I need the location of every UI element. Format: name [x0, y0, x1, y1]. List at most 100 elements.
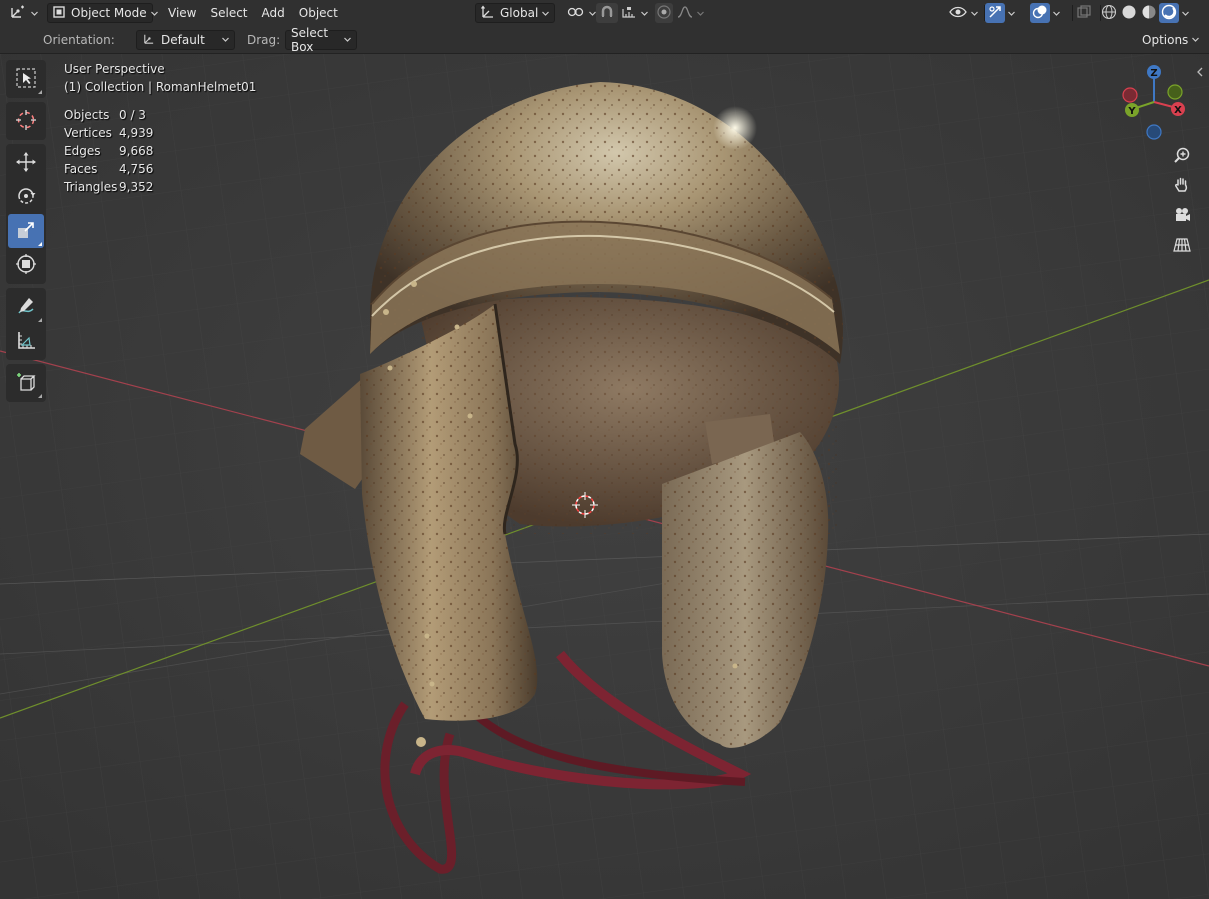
stat-triangles: Triangles 9,352 [64, 180, 154, 194]
zoom-button[interactable] [1168, 142, 1196, 170]
gizmo-y[interactable]: Y [1125, 103, 1139, 117]
tool-shelf [6, 60, 46, 406]
shading-solid-button[interactable] [1119, 3, 1139, 23]
pan-button[interactable] [1168, 172, 1196, 200]
mode-dropdown[interactable]: Object Mode [47, 3, 158, 23]
transform-orientation-dropdown[interactable]: Global [475, 3, 555, 23]
menu-select[interactable]: Select [203, 3, 254, 23]
chevron-down-icon [1008, 10, 1015, 17]
menu-add[interactable]: Add [255, 3, 292, 23]
editor-type-button[interactable] [6, 3, 41, 23]
tool-annotate[interactable] [8, 290, 44, 324]
rotate-icon [15, 185, 37, 210]
pivot-icon [567, 5, 585, 22]
chevron-down-icon [344, 36, 351, 43]
shading-material-preview-button[interactable] [1139, 3, 1159, 23]
tool-group-select [6, 60, 46, 98]
gizmo-icon [987, 4, 1003, 23]
svg-text:Y: Y [1127, 106, 1136, 117]
chevron-down-icon [1182, 10, 1189, 17]
gizmo-z[interactable]: Z [1147, 65, 1161, 79]
gizmo-neg-x[interactable] [1122, 87, 1138, 103]
proportional-edit-toggle[interactable] [655, 3, 673, 23]
tool-select-box[interactable] [8, 62, 44, 96]
sidebar-toggle[interactable] [1196, 66, 1204, 80]
falloff-icon [677, 5, 693, 22]
tool-cursor[interactable] [8, 104, 44, 138]
shading-rendered-button[interactable] [1159, 3, 1179, 23]
tool-measure[interactable] [8, 324, 44, 358]
orientation-icon [142, 32, 155, 48]
svg-text:X: X [1174, 105, 1182, 116]
shading-mode-group [1099, 3, 1192, 23]
menu-view[interactable]: View [161, 3, 203, 23]
menu-object[interactable]: Object [292, 3, 345, 23]
options-dropdown[interactable]: Options [1136, 29, 1200, 50]
proportional-edit-icon [657, 4, 671, 22]
add-cube-icon [15, 371, 37, 396]
transform-icon [15, 253, 37, 278]
cursor-icon [15, 109, 37, 134]
gizmo-neg-y[interactable] [1167, 84, 1183, 100]
perspective-toggle-button[interactable] [1168, 232, 1196, 260]
tool-scale[interactable] [8, 214, 44, 248]
xray-toggle[interactable] [1074, 3, 1094, 23]
scale-icon [15, 219, 37, 244]
snap-icon [599, 4, 615, 23]
chevron-down-icon [222, 36, 229, 43]
overlay-toggle[interactable] [1030, 3, 1050, 23]
navigation-gizmo[interactable]: Z X Y [1114, 60, 1194, 144]
visibility-dropdown[interactable] [946, 3, 981, 23]
tool-settings-bar: Orientation: Default Drag: Select Box Op… [0, 26, 1209, 54]
chevron-down-icon [589, 10, 596, 17]
gizmo-neg-z[interactable] [1146, 124, 1162, 140]
snap-target-dropdown[interactable] [618, 3, 651, 23]
active-collection-label: (1) Collection | RomanHelmet01 [64, 80, 257, 94]
tool-group-transform [6, 144, 46, 284]
annotate-icon [15, 295, 37, 320]
orientation-dropdown[interactable]: Default [136, 29, 235, 50]
overlay-dropdown[interactable] [1050, 3, 1063, 23]
camera-view-button[interactable] [1168, 202, 1196, 230]
tool-group-cursor [6, 102, 46, 140]
viewport-3d-icon [9, 4, 27, 23]
snap-target-icon [621, 5, 637, 22]
grid-icon [1173, 236, 1191, 257]
chevron-down-icon [542, 10, 550, 17]
transform-orientation-label: Global [500, 6, 539, 20]
chevron-down-icon [1192, 36, 1200, 43]
gizmo-toggle[interactable] [985, 3, 1005, 23]
shading-wireframe-button[interactable] [1099, 3, 1119, 23]
orientation-value: Default [161, 32, 205, 47]
drag-dropdown[interactable]: Select Box [285, 26, 357, 54]
orientation-icon [481, 5, 495, 22]
options-label: Options [1142, 32, 1189, 47]
mode-label: Object Mode [71, 6, 147, 20]
snap-toggle[interactable] [596, 3, 618, 23]
chevron-down-icon [31, 10, 38, 17]
gizmo-x[interactable]: X [1171, 102, 1185, 116]
view-perspective-label: User Perspective [64, 62, 165, 76]
tool-move[interactable] [8, 146, 44, 180]
drag-label: Drag: [247, 32, 281, 47]
proportional-falloff-dropdown[interactable] [675, 3, 706, 23]
tool-rotate[interactable] [8, 180, 44, 214]
camera-icon [1173, 206, 1191, 227]
viewport-info: User Perspective (1) Collection | RomanH… [64, 60, 256, 196]
move-icon [15, 151, 37, 176]
3d-viewport[interactable]: User Perspective (1) Collection | RomanH… [0, 54, 1209, 899]
shading-dropdown[interactable] [1179, 3, 1192, 23]
chevron-down-icon [641, 10, 648, 17]
svg-text:Z: Z [1150, 68, 1157, 79]
tool-group-annotate [6, 288, 46, 360]
chevron-down-icon [1053, 10, 1060, 17]
stat-faces: Faces 4,756 [64, 162, 154, 176]
chevron-down-icon [150, 10, 158, 17]
scene-statistics: Objects 0 / 3 Vertices 4,939 Edges 9,668 Fa… [64, 106, 256, 196]
chevron-left-icon [1196, 66, 1204, 80]
gizmo-dropdown[interactable] [1005, 3, 1018, 23]
tool-add-cube[interactable] [8, 366, 44, 400]
chevron-down-icon [971, 10, 978, 17]
tool-transform[interactable] [8, 248, 44, 282]
wireframe-sphere-icon [1101, 4, 1117, 23]
